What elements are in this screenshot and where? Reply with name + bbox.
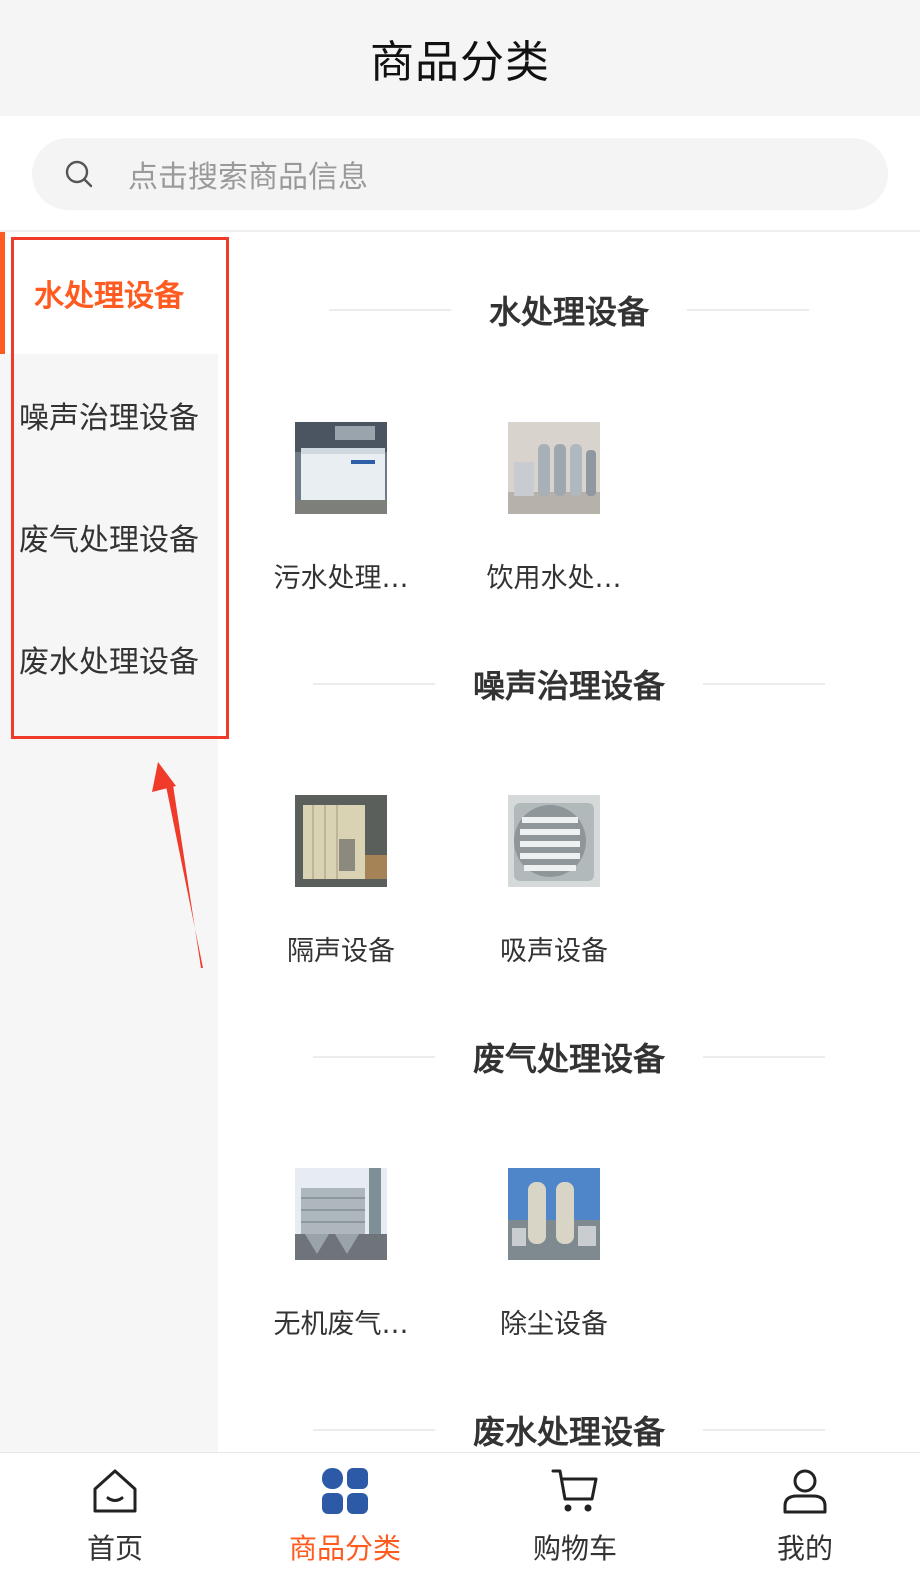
divider-line	[703, 683, 825, 685]
product-name: 除尘设备	[500, 1309, 608, 1340]
page-header: 商品分类	[0, 0, 920, 116]
divider-line	[703, 1429, 825, 1431]
tab-cart[interactable]: 购物车	[460, 1453, 690, 1578]
section-title: 噪声治理设备	[472, 667, 665, 705]
tab-label: 购物车	[532, 1532, 617, 1565]
category-sidebar: 水处理设备 噪声治理设备 废气处理设备 废水处理设备	[0, 232, 218, 1460]
divider-line	[687, 309, 809, 311]
divider-line	[703, 1056, 825, 1058]
tab-label: 首页	[86, 1532, 143, 1565]
product-name: 污水处理…	[273, 563, 409, 594]
tab-profile[interactable]: 我的	[690, 1453, 920, 1578]
product-card-dust-removal[interactable]: 除尘设备	[458, 1168, 658, 1358]
section-header-exhaust-gas: 废气处理设备	[218, 1027, 920, 1087]
section-title: 废气处理设备	[472, 1040, 665, 1078]
product-list: 水处理设备 污水处理… 饮用水处… 噪声治理设备 隔声设备 吸声设备 废气处理设…	[218, 232, 920, 1460]
divider-line	[312, 1056, 435, 1058]
tab-label: 商品分类	[288, 1532, 401, 1565]
tab-home[interactable]: 首页	[0, 1453, 230, 1578]
product-name: 吸声设备	[500, 936, 608, 967]
cart-icon	[549, 1465, 601, 1517]
user-icon	[779, 1465, 831, 1517]
category-icon	[319, 1465, 371, 1517]
divider-line	[328, 309, 451, 311]
product-image	[508, 1168, 600, 1260]
product-card-drinking-water[interactable]: 饮用水处…	[458, 422, 658, 612]
tab-category[interactable]: 商品分类	[230, 1453, 460, 1578]
product-card-sound-insulation[interactable]: 隔声设备	[245, 795, 445, 985]
search-bar: 点击搜索商品信息	[0, 116, 920, 232]
sidebar-item-label: 废水处理设备	[19, 645, 199, 680]
section-header-noise-control: 噪声治理设备	[218, 654, 920, 714]
product-name: 无机废气…	[273, 1309, 409, 1340]
product-card-sewage-treatment[interactable]: 污水处理…	[245, 422, 445, 612]
sidebar-item-noise-control[interactable]: 噪声治理设备	[0, 354, 218, 476]
sidebar-item-exhaust-gas[interactable]: 废气处理设备	[0, 476, 218, 598]
divider-line	[312, 1429, 435, 1431]
product-image	[295, 1168, 387, 1260]
search-icon	[64, 159, 94, 189]
bottom-tab-bar: 首页 商品分类 购物车 我的	[0, 1452, 920, 1578]
section-header-wastewater: 废水处理设备	[218, 1400, 920, 1460]
product-name: 饮用水处…	[486, 563, 622, 594]
product-name: 隔声设备	[287, 936, 395, 967]
product-image	[295, 422, 387, 514]
product-image	[508, 422, 600, 514]
section-header-water-treatment: 水处理设备	[218, 280, 920, 340]
home-icon	[89, 1465, 141, 1517]
product-image	[295, 795, 387, 887]
search-input[interactable]: 点击搜索商品信息	[32, 138, 888, 210]
divider-line	[312, 683, 435, 685]
search-placeholder: 点击搜索商品信息	[128, 160, 368, 195]
page-title: 商品分类	[370, 37, 550, 88]
sidebar-item-label: 噪声治理设备	[19, 401, 199, 436]
product-card-inorganic-gas[interactable]: 无机废气…	[245, 1168, 445, 1358]
section-title: 废水处理设备	[472, 1413, 665, 1451]
section-title: 水处理设备	[488, 293, 649, 331]
tab-label: 我的	[776, 1532, 833, 1565]
sidebar-item-water-treatment[interactable]: 水处理设备	[0, 232, 218, 354]
sidebar-item-label: 水处理设备	[34, 279, 184, 314]
product-card-sound-absorption[interactable]: 吸声设备	[458, 795, 658, 985]
sidebar-item-label: 废气处理设备	[19, 523, 199, 558]
sidebar-item-wastewater[interactable]: 废水处理设备	[0, 598, 218, 720]
product-image	[508, 795, 600, 887]
